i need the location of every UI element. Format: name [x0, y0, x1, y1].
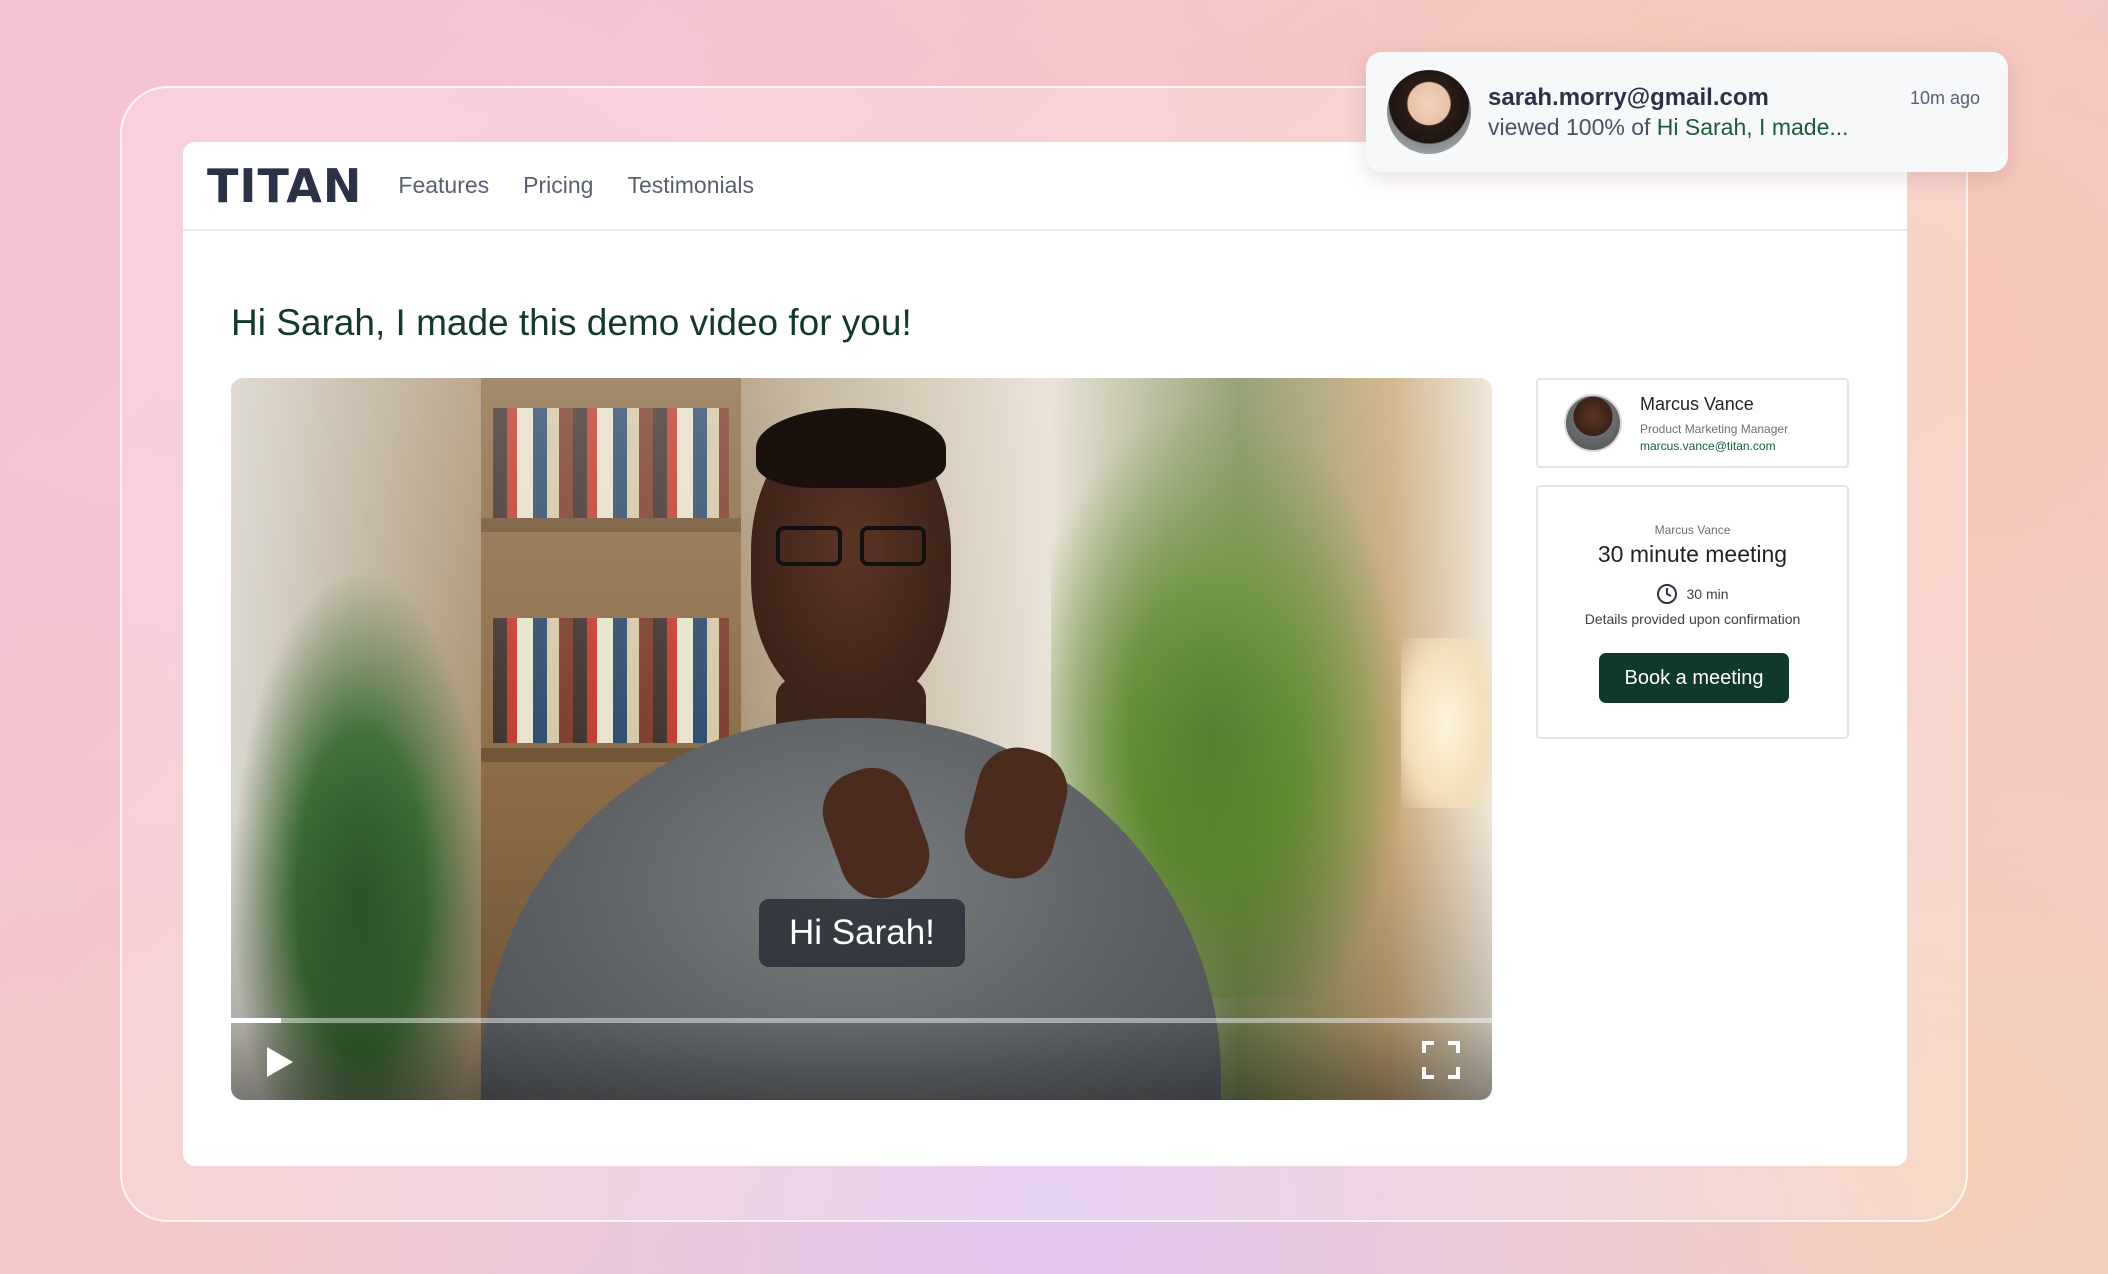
video-player[interactable]: Hi Sarah!: [231, 378, 1492, 1100]
video-presenter-hair: [756, 408, 946, 488]
landing-page: TITAN Features Pricing Testimonials Hi S…: [183, 142, 1907, 1166]
clock-icon: [1657, 584, 1678, 604]
play-icon[interactable]: [265, 1045, 295, 1079]
video-presenter-glasses: [776, 526, 926, 566]
presenter-profile-card: Marcus Vance Product Marketing Manager m…: [1536, 378, 1849, 468]
notification-action: viewed 100% of: [1488, 114, 1651, 140]
notification-email: sarah.morry@gmail.com: [1488, 84, 1769, 111]
avatar: [1564, 394, 1622, 452]
nav-link-testimonials[interactable]: Testimonials: [627, 172, 754, 199]
profile-email-link[interactable]: marcus.vance@titan.com: [1640, 439, 1776, 453]
meeting-title: 30 minute meeting: [1597, 541, 1788, 567]
meeting-booking-card: Marcus Vance 30 minute meeting 30 min De…: [1536, 485, 1849, 739]
glasses-lens: [776, 526, 842, 566]
video-controls-overlay: [231, 1020, 1492, 1100]
meeting-details: Details provided upon confirmation: [1584, 611, 1801, 627]
profile-name: Marcus Vance: [1640, 394, 1754, 414]
meeting-duration: 30 min: [1538, 583, 1847, 605]
titan-logo[interactable]: TITAN: [207, 159, 362, 213]
meeting-duration-label: 30 min: [1686, 586, 1729, 602]
meeting-host: Marcus Vance: [1654, 523, 1731, 537]
video-progress-fill: [231, 1018, 282, 1023]
nav-link-pricing[interactable]: Pricing: [523, 172, 593, 199]
video-caption: Hi Sarah!: [759, 899, 965, 967]
view-notification-toast[interactable]: sarah.morry@gmail.com 10m ago viewed 100…: [1366, 52, 2008, 172]
notification-timestamp: 10m ago: [1909, 88, 1980, 108]
glasses-lens: [860, 526, 926, 566]
nav-link-features[interactable]: Features: [398, 172, 489, 199]
video-progress-bar[interactable]: [231, 1018, 1492, 1023]
page-headline: Hi Sarah, I made this demo video for you…: [231, 302, 912, 343]
notification-item-link[interactable]: Hi Sarah, I made...: [1657, 114, 1849, 140]
notification-message: viewed 100% of Hi Sarah, I made...: [1488, 114, 1849, 141]
profile-role: Product Marketing Manager: [1640, 422, 1789, 436]
fullscreen-icon[interactable]: [1421, 1040, 1461, 1080]
avatar: [1387, 70, 1471, 154]
book-meeting-button[interactable]: Book a meeting: [1599, 653, 1789, 703]
